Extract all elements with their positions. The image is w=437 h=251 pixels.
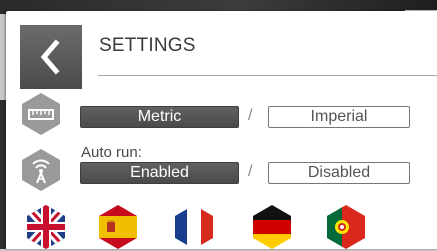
title-divider <box>98 75 437 76</box>
metric-option[interactable]: Metric <box>80 106 239 128</box>
back-button[interactable] <box>20 25 82 89</box>
units-separator: / <box>248 107 253 124</box>
enabled-option[interactable]: Enabled <box>80 162 239 184</box>
chevron-left-icon <box>40 39 60 75</box>
autorun-separator: / <box>248 163 253 180</box>
portugal-flag-icon[interactable] <box>324 203 368 251</box>
autorun-label: Auto run: <box>81 144 142 161</box>
imperial-option[interactable]: Imperial <box>268 106 410 128</box>
page-title: SETTINGS <box>99 35 196 56</box>
spain-flag-icon[interactable] <box>96 203 140 251</box>
ruler-icon <box>22 93 60 135</box>
settings-panel: SETTINGS Metric / Imperial Auto run: Ena… <box>6 11 437 249</box>
antenna-icon <box>22 149 60 191</box>
germany-flag-icon[interactable] <box>250 203 294 251</box>
france-flag-icon[interactable] <box>172 203 216 251</box>
uk-flag-icon[interactable] <box>24 203 68 251</box>
disabled-option[interactable]: Disabled <box>268 162 410 184</box>
